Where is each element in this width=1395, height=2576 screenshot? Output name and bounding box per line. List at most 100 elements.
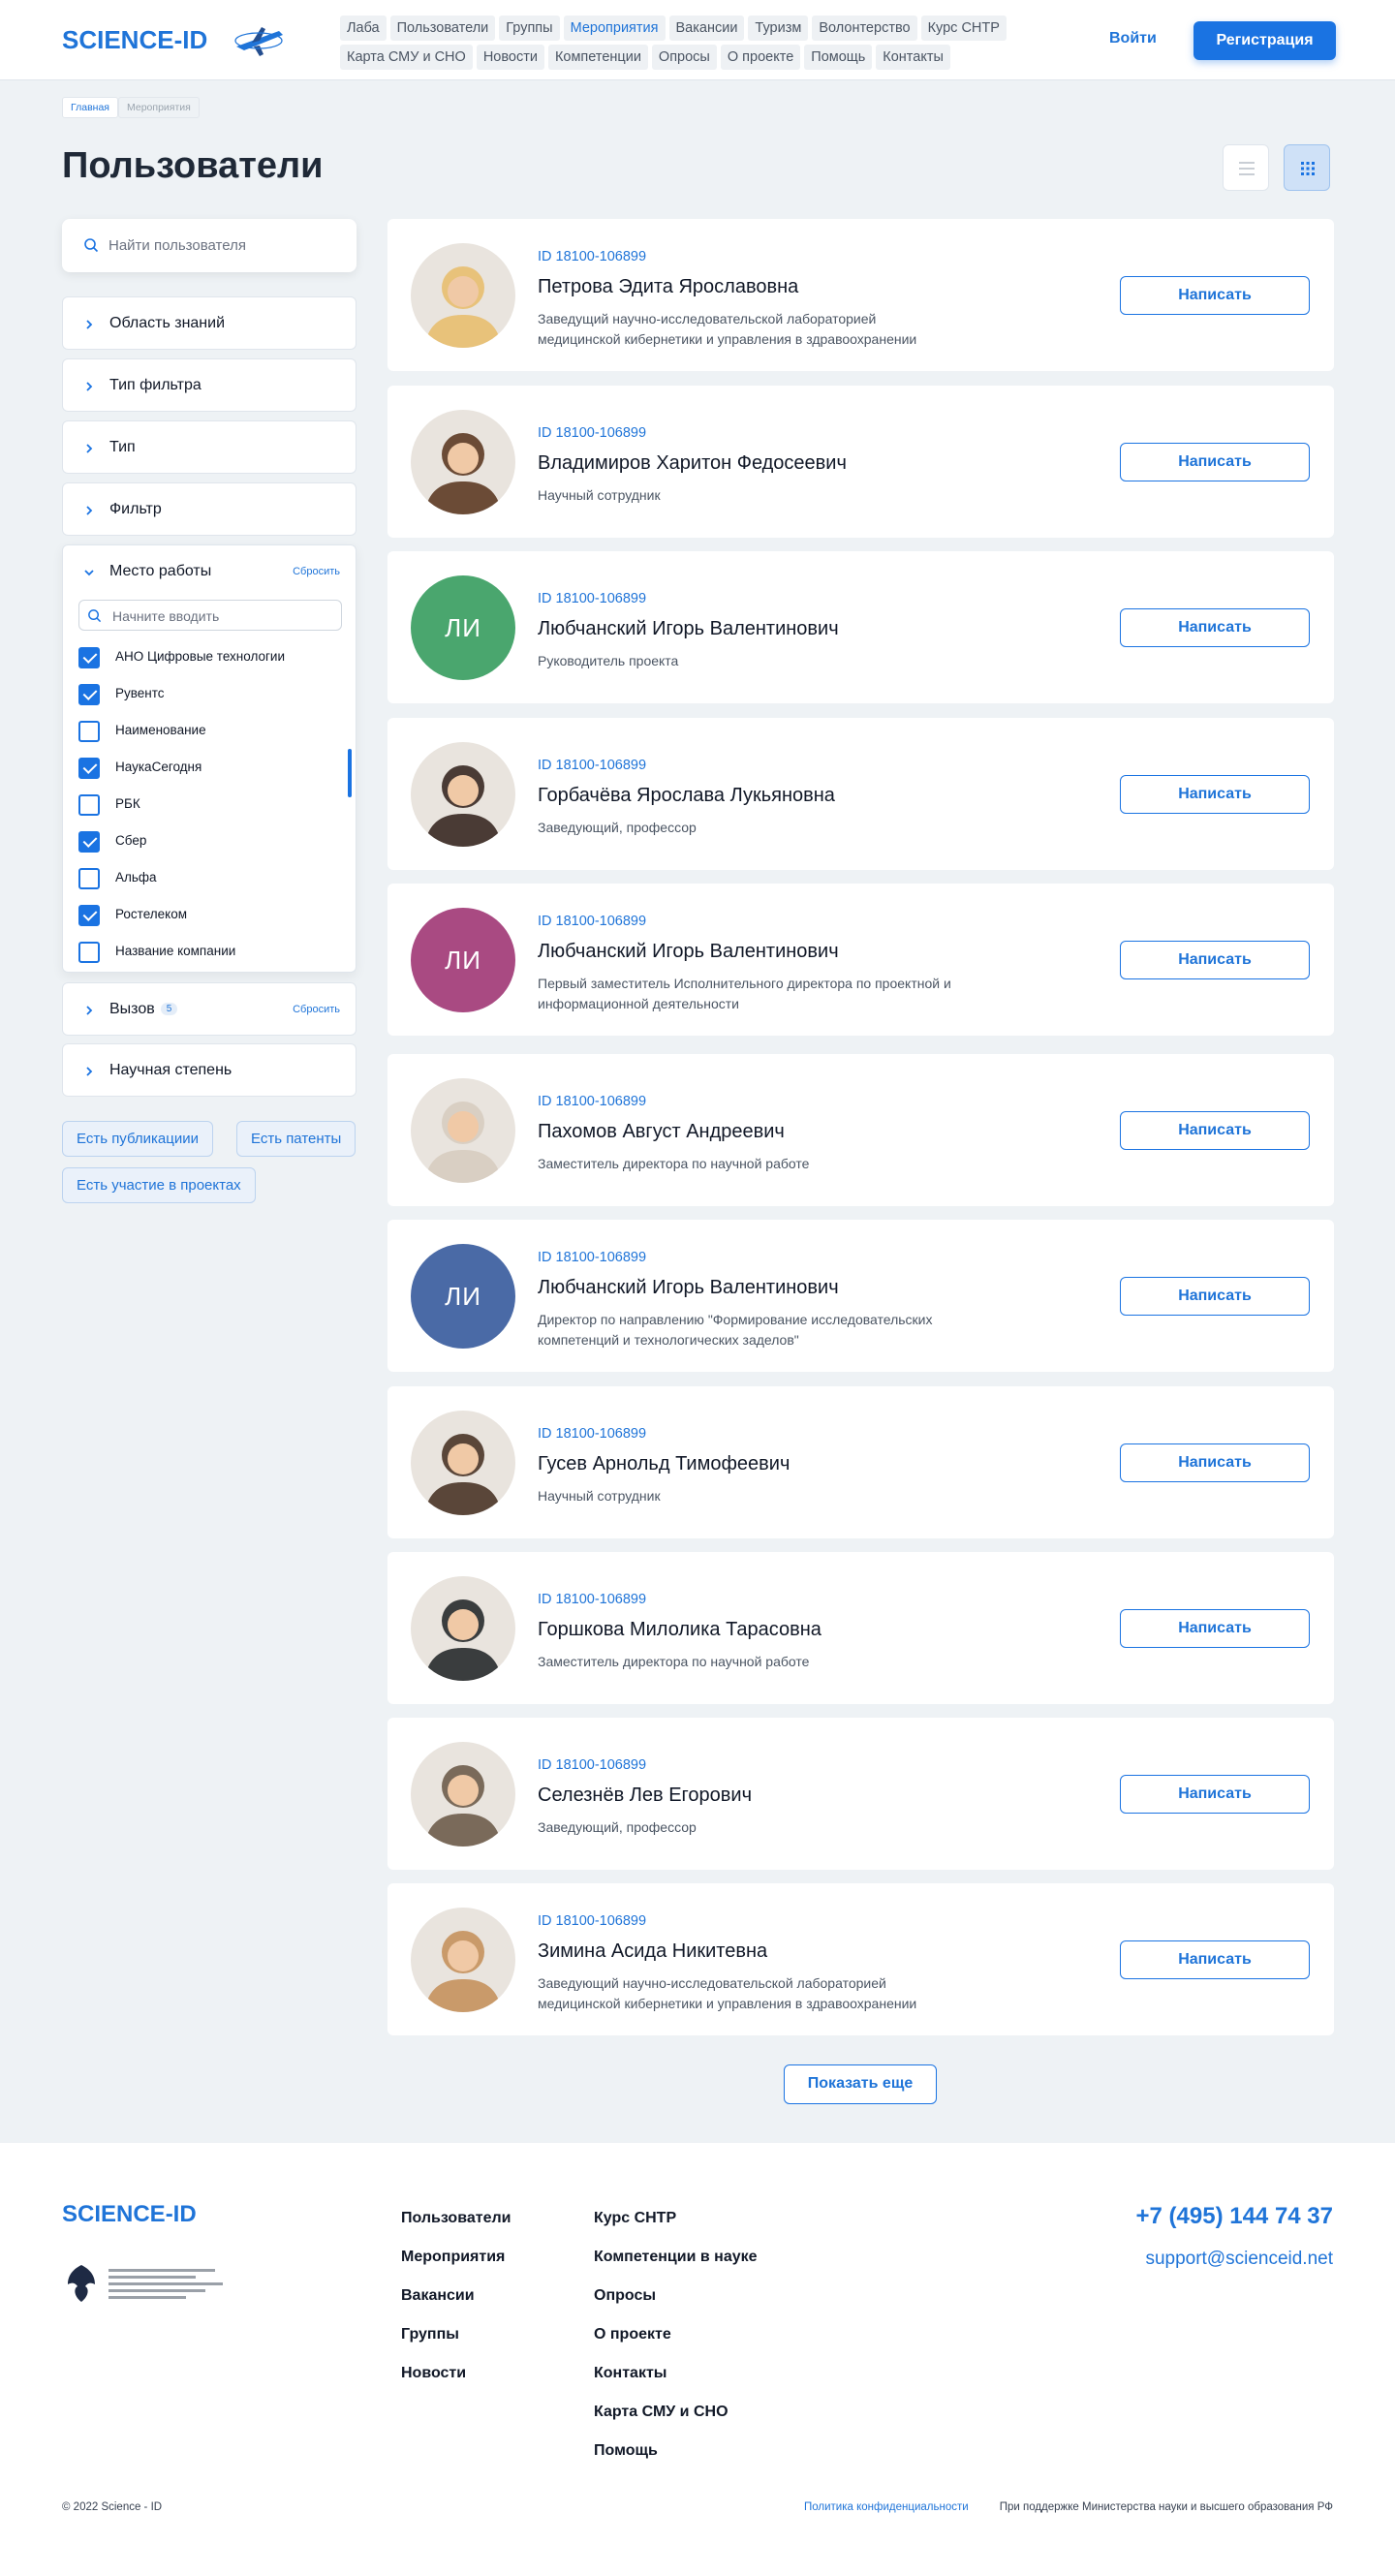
workplace-option[interactable]: Сбер [78,824,330,861]
user-name[interactable]: Любчанский Игорь Валентинович [538,1277,839,1299]
user-card[interactable]: ID 18100-106899 Зимина Асида Никитевна Зав… [388,1883,1334,2035]
login-link[interactable]: Войти [1109,30,1157,47]
footer-link[interactable]: Новости [401,2364,511,2383]
checkbox[interactable] [78,794,100,816]
user-card[interactable]: ID 18100-106899 Владимиров Харитон Федосе… [388,386,1334,538]
filter-1[interactable]: Область знаний [62,296,356,350]
footer-link[interactable]: Группы [401,2325,511,2344]
write-message-button[interactable]: Написать [1120,1775,1310,1814]
show-more-button[interactable]: Показать еще [784,2064,937,2104]
footer-link[interactable]: Мероприятия [401,2248,511,2267]
workplace-option[interactable]: Рувентс [78,677,330,714]
workplace-option[interactable]: АНО Цифровые технологии [78,640,330,677]
user-id[interactable]: ID 18100-106899 [538,1757,646,1773]
user-name[interactable]: Горшкова Милолика Тарасовна [538,1619,822,1641]
checkbox[interactable] [78,721,100,742]
user-search-input[interactable]: Найти пользователя [62,219,356,272]
user-name[interactable]: Владимиров Харитон Федосеевич [538,452,847,475]
footer-logo[interactable]: SCIENCE-ID [62,2201,197,2228]
filter-3[interactable]: Тип [62,420,356,474]
tag-publications[interactable]: Есть публикациии [62,1121,213,1157]
user-id[interactable]: ID 18100-106899 [538,758,646,773]
checkbox[interactable] [78,684,100,705]
workplace-option[interactable]: Альфа [78,861,330,898]
filter-2[interactable]: Тип фильтра [62,358,356,412]
footer-link[interactable]: Компетенции в науке [594,2248,758,2267]
nav-item[interactable]: Мероприятия [563,16,666,41]
nav-item[interactable]: Компетенции [547,45,648,70]
nav-item[interactable]: Контакты [876,45,950,70]
scrollbar-thumb[interactable] [348,749,352,797]
avatar[interactable] [411,1908,515,2012]
checkbox[interactable] [78,868,100,889]
footer-phone[interactable]: +7 (495) 144 74 37 [1136,2203,1334,2230]
write-message-button[interactable]: Написать [1120,276,1310,315]
footer-link[interactable]: Опросы [594,2286,758,2306]
breadcrumb-home[interactable]: Главная [62,97,118,118]
user-id[interactable]: ID 18100-106899 [538,1250,646,1265]
workplace-option[interactable]: Название компании [78,935,330,972]
user-card[interactable]: ID 18100-106899 Пахомов Август Андреевич З… [388,1054,1334,1206]
user-name[interactable]: Пахомов Август Андреевич [538,1121,785,1143]
nav-item[interactable]: Новости [476,45,544,70]
chevron-down-icon[interactable] [82,566,96,579]
challenge-reset-link[interactable]: Сбросить [293,1004,340,1015]
nav-item[interactable]: Опросы [651,45,717,70]
user-card[interactable]: ID 18100-106899 Селезнёв Лев Егорович Заве… [388,1718,1334,1870]
user-card[interactable]: ЛИ ID 18100-106899 Любчанский Игорь Валент… [388,884,1334,1036]
nav-item[interactable]: Пользователи [389,16,496,41]
nav-item[interactable]: О проекте [720,45,801,70]
user-id[interactable]: ID 18100-106899 [538,914,646,929]
user-name[interactable]: Гусев Арнольд Тимофеевич [538,1453,790,1475]
user-name[interactable]: Петрова Эдита Ярославовна [538,276,798,298]
tag-patents[interactable]: Есть патенты [236,1121,356,1157]
degree-filter[interactable]: Научная степень [62,1043,356,1097]
tag-projects[interactable]: Есть участие в проектах [62,1167,256,1203]
user-id[interactable]: ID 18100-106899 [538,1913,646,1929]
write-message-button[interactable]: Написать [1120,443,1310,481]
nav-item[interactable]: Помощь [804,45,873,70]
write-message-button[interactable]: Написать [1120,1111,1310,1150]
footer-link[interactable]: Вакансии [401,2286,511,2306]
write-message-button[interactable]: Написать [1120,941,1310,979]
avatar[interactable] [411,1411,515,1515]
nav-item[interactable]: Группы [499,16,560,41]
user-card[interactable]: ID 18100-106899 Горбачёва Ярослава Лукьян… [388,718,1334,870]
avatar-initials[interactable]: ЛИ [411,575,515,680]
user-id[interactable]: ID 18100-106899 [538,1592,646,1607]
grid-view-button[interactable] [1284,144,1330,191]
user-name[interactable]: Горбачёва Ярослава Лукьяновна [538,785,835,807]
write-message-button[interactable]: Написать [1120,1940,1310,1979]
checkbox[interactable] [78,942,100,963]
footer-link[interactable]: Курс СНТР [594,2209,758,2228]
challenge-filter[interactable]: Вызов 5 Сбросить [62,982,356,1036]
workplace-option[interactable]: Ростелеком [78,898,330,935]
user-card[interactable]: ID 18100-106899 Петрова Эдита Ярославовна… [388,219,1334,371]
nav-item[interactable]: Карта СМУ и СНО [340,45,473,70]
user-name[interactable]: Селезнёв Лев Егорович [538,1785,752,1807]
footer-link[interactable]: Помощь [594,2441,758,2461]
workplace-reset-link[interactable]: Сбросить [293,566,340,577]
user-id[interactable]: ID 18100-106899 [538,1094,646,1109]
user-card[interactable]: ЛИ ID 18100-106899 Любчанский Игорь Валент… [388,551,1334,703]
logo[interactable]: SCIENCE-ID [62,25,207,55]
nav-item[interactable]: Курс СНТР [920,16,1007,41]
nav-item[interactable]: Вакансии [668,16,745,41]
avatar[interactable] [411,410,515,514]
avatar[interactable] [411,1576,515,1681]
footer-link[interactable]: Пользователи [401,2209,511,2228]
user-id[interactable]: ID 18100-106899 [538,425,646,441]
user-card[interactable]: ID 18100-106899 Горшкова Милолика Тарасов… [388,1552,1334,1704]
footer-email[interactable]: support@scienceid.net [1145,2249,1333,2270]
avatar-initials[interactable]: ЛИ [411,908,515,1012]
user-id[interactable]: ID 18100-106899 [538,1426,646,1442]
avatar-initials[interactable]: ЛИ [411,1244,515,1349]
workplace-option[interactable]: РБК [78,788,330,824]
write-message-button[interactable]: Написать [1120,608,1310,647]
filter-4[interactable]: Фильтр [62,482,356,536]
avatar[interactable] [411,1742,515,1847]
write-message-button[interactable]: Написать [1120,1609,1310,1648]
user-card[interactable]: ЛИ ID 18100-106899 Любчанский Игорь Валент… [388,1220,1334,1372]
avatar[interactable] [411,1078,515,1183]
avatar[interactable] [411,742,515,847]
